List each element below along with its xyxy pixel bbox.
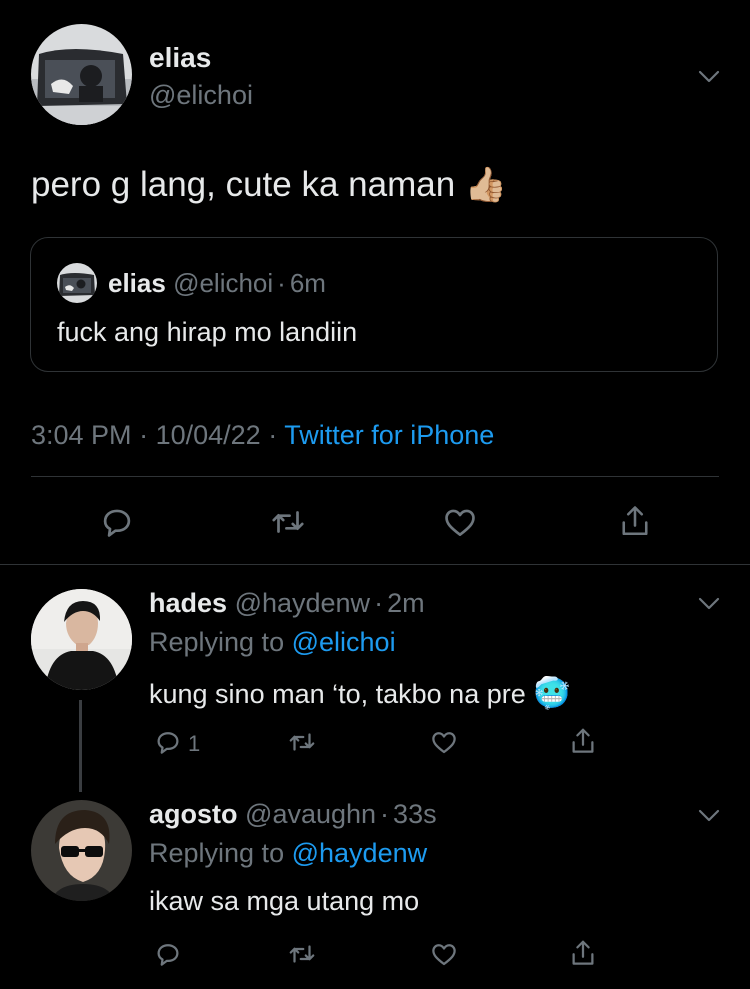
chevron-down-icon[interactable] xyxy=(697,64,721,88)
tweet-source-link[interactable]: Twitter for iPhone xyxy=(284,420,494,450)
like-icon[interactable] xyxy=(441,503,479,541)
quote-display-name: elias xyxy=(108,268,166,298)
reply-icon[interactable] xyxy=(98,503,136,541)
reply-time: 33s xyxy=(393,799,437,829)
reply-text: kung sino man ‘to, takbo na pre 🥶 xyxy=(149,676,571,711)
share-icon[interactable] xyxy=(617,501,653,541)
retweet-icon[interactable] xyxy=(268,503,308,541)
reply-sep: · xyxy=(380,799,390,829)
reply-handle[interactable]: @haydenw xyxy=(235,588,371,618)
quote-sep: · xyxy=(277,268,286,298)
reply-header: agosto @avaughn · 33s xyxy=(149,799,437,830)
tweet-text: pero g lang, cute ka naman 👍🏼 xyxy=(31,165,507,205)
quote-header: elias @elichoi · 6m xyxy=(108,268,326,299)
replying-to: Replying to @haydenw xyxy=(149,838,427,869)
chevron-down-icon[interactable] xyxy=(697,803,721,827)
tweet-text-body: pero g lang, cute ka naman xyxy=(31,165,456,204)
reply-display-name[interactable]: hades xyxy=(149,588,227,618)
replying-to: Replying to @elichoi xyxy=(149,627,396,658)
quote-handle: @elichoi xyxy=(173,268,274,298)
reply-count: 1 xyxy=(188,731,201,756)
reply-display-name[interactable]: agosto xyxy=(149,799,238,829)
divider xyxy=(31,476,719,477)
quote-time: 6m xyxy=(289,268,326,298)
reply-sep: · xyxy=(374,588,384,618)
tweet-time: 3:04 PM xyxy=(31,420,132,450)
tweet-date: 10/04/22 xyxy=(155,420,261,450)
reply-handle[interactable]: @avaughn xyxy=(245,799,376,829)
like-icon[interactable] xyxy=(428,939,460,969)
meta-sep-1: · xyxy=(139,420,149,450)
share-icon[interactable] xyxy=(568,725,598,757)
like-icon[interactable] xyxy=(428,727,460,757)
replying-to-handle[interactable]: @haydenw xyxy=(292,838,428,868)
avatar-elias-small xyxy=(57,263,97,303)
quote-tweet-card[interactable]: elias @elichoi · 6m fuck ang hirap mo land… xyxy=(30,237,718,372)
handle[interactable]: @elichoi xyxy=(149,80,253,111)
display-name[interactable]: elias xyxy=(149,42,211,74)
reply-icon[interactable] xyxy=(153,727,183,757)
cold-face-emoji: 🥶 xyxy=(533,677,571,710)
reply-icon[interactable] xyxy=(153,939,183,969)
avatar-agosto[interactable] xyxy=(31,800,132,901)
chevron-down-icon[interactable] xyxy=(697,591,721,615)
share-icon[interactable] xyxy=(568,937,598,969)
replying-to-handle[interactable]: @elichoi xyxy=(292,627,396,657)
replying-to-label: Replying to xyxy=(149,627,285,657)
reply-header: hades @haydenw · 2m xyxy=(149,588,425,619)
retweet-icon[interactable] xyxy=(286,939,318,969)
replying-to-label: Replying to xyxy=(149,838,285,868)
avatar-hades[interactable] xyxy=(31,589,132,690)
retweet-icon[interactable] xyxy=(286,727,318,757)
reply-text: ikaw sa mga utang mo xyxy=(149,886,420,916)
thumbs-up-emoji: 👍🏼 xyxy=(464,166,508,204)
tweet-separator xyxy=(0,564,750,565)
quote-text: fuck ang hirap mo landiin xyxy=(57,317,358,347)
tweet-meta: 3:04 PM · 10/04/22 · Twitter for iPhone xyxy=(31,420,494,451)
reply-text-body: kung sino man ‘to, takbo na pre xyxy=(149,679,526,709)
reply-time: 2m xyxy=(387,588,425,618)
thread-line xyxy=(79,700,82,792)
avatar-elias[interactable] xyxy=(31,24,132,125)
meta-sep-2: · xyxy=(268,420,278,450)
